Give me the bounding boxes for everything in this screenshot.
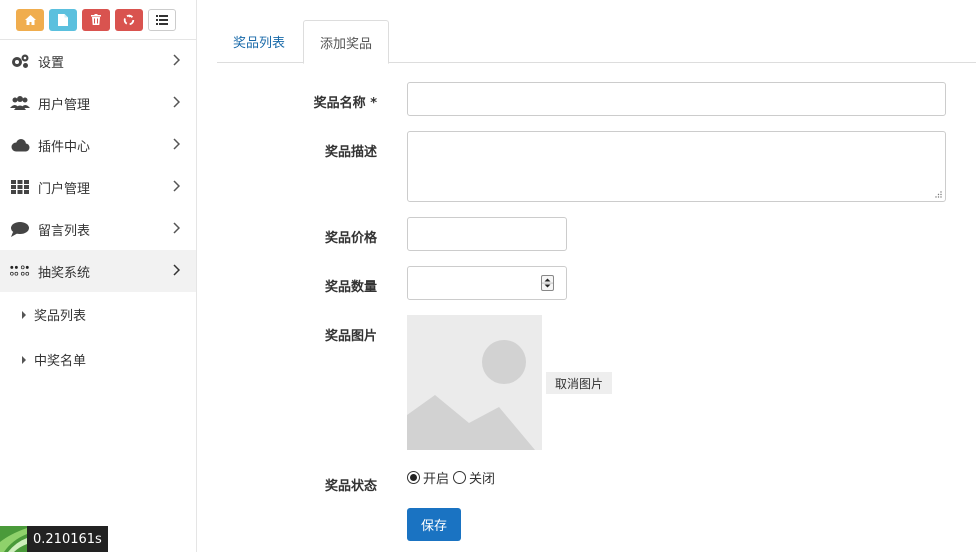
- save-button[interactable]: 保存: [407, 508, 461, 541]
- status-on-radio[interactable]: [407, 471, 420, 484]
- sidebar-item-label: 用户管理: [38, 97, 91, 113]
- chevron-right-icon: [173, 54, 180, 66]
- image-placeholder-icon: [407, 340, 535, 450]
- sidebar-item-settings[interactable]: 设置: [0, 40, 196, 82]
- timer-value: 0.210161s: [27, 526, 108, 552]
- file-icon: [58, 13, 68, 26]
- chevron-right-icon: [173, 96, 180, 108]
- prize-name-label: 奖品名称 *: [313, 96, 377, 111]
- list-button[interactable]: [148, 8, 176, 31]
- prize-description-label: 奖品描述: [324, 145, 377, 160]
- prize-status-radio-group: 开启 关闭: [407, 468, 495, 487]
- prize-description-textarea[interactable]: [407, 131, 946, 202]
- sidebar-item-label: 设置: [38, 55, 65, 71]
- resize-handle-icon: [935, 191, 942, 198]
- users-icon: [10, 94, 30, 112]
- dots-icon: [10, 262, 30, 280]
- file-button[interactable]: [49, 8, 77, 31]
- prize-price-label: 奖品价格: [324, 231, 377, 246]
- prize-image-label: 奖品图片: [324, 329, 377, 344]
- status-on-label: 开启: [423, 472, 450, 487]
- trash-icon: [91, 14, 101, 25]
- chevron-right-icon: [173, 222, 180, 234]
- home-button[interactable]: [16, 8, 44, 31]
- sidebar-subitem-winner-list[interactable]: 中奖名单: [0, 337, 196, 382]
- comment-icon: [10, 220, 30, 238]
- tab-prize-list[interactable]: 奖品列表: [217, 20, 301, 63]
- prize-name-input[interactable]: [407, 82, 946, 116]
- cloud-icon: [10, 136, 30, 154]
- home-icon: [24, 14, 36, 25]
- recycle-button[interactable]: [115, 8, 143, 31]
- gears-icon: [10, 52, 30, 70]
- chevron-right-icon: [173, 180, 180, 192]
- grid-icon: [10, 178, 30, 196]
- chevron-right-icon: [173, 264, 180, 276]
- caret-right-icon: [22, 355, 26, 364]
- prize-price-input[interactable]: [407, 217, 567, 251]
- sidebar-item-messages[interactable]: 留言列表: [0, 208, 196, 250]
- sidebar-subitem-label: 中奖名单: [34, 354, 87, 369]
- caret-right-icon: [22, 310, 26, 319]
- trash-button[interactable]: [82, 8, 110, 31]
- sidebar-item-lottery[interactable]: 抽奖系统: [0, 250, 196, 292]
- prize-quantity-label: 奖品数量: [324, 280, 377, 295]
- list-icon: [156, 14, 168, 25]
- tab-bar: 奖品列表 添加奖品: [217, 20, 976, 64]
- sidebar-item-label: 留言列表: [38, 223, 91, 239]
- quantity-stepper[interactable]: [541, 275, 554, 291]
- prize-image-placeholder[interactable]: [407, 315, 542, 450]
- prize-quantity-input[interactable]: [407, 266, 567, 300]
- sidebar: 设置 用户管理 插件中心 门户管理 留言列表 抽奖系统 奖品列表 中奖名单 0.…: [0, 0, 197, 552]
- sidebar-item-label: 抽奖系统: [38, 265, 91, 281]
- prize-status-label: 奖品状态: [324, 479, 377, 494]
- main-content: 奖品列表 添加奖品 奖品名称 * 奖品描述 奖品价格 奖品数量 奖品图片 取消图…: [217, 0, 976, 552]
- status-off-label: 关闭: [469, 472, 496, 487]
- sidebar-item-portal[interactable]: 门户管理: [0, 166, 196, 208]
- quick-toolbar: [0, 0, 196, 40]
- logo-icon: [0, 526, 27, 552]
- sidebar-subitem-prize-list[interactable]: 奖品列表: [0, 292, 196, 337]
- stepper-arrows-icon: [542, 278, 553, 288]
- recycle-icon: [123, 14, 135, 25]
- sidebar-item-label: 门户管理: [38, 181, 91, 197]
- sidebar-item-users[interactable]: 用户管理: [0, 82, 196, 124]
- debug-timer: 0.210161s: [0, 526, 108, 552]
- chevron-right-icon: [173, 138, 180, 150]
- cancel-image-button[interactable]: 取消图片: [546, 372, 612, 394]
- sidebar-item-label: 插件中心: [38, 139, 91, 155]
- status-off-radio[interactable]: [453, 471, 467, 484]
- sidebar-item-plugins[interactable]: 插件中心: [0, 124, 196, 166]
- tab-add-prize[interactable]: 添加奖品: [303, 20, 390, 64]
- sidebar-subitem-label: 奖品列表: [34, 309, 87, 324]
